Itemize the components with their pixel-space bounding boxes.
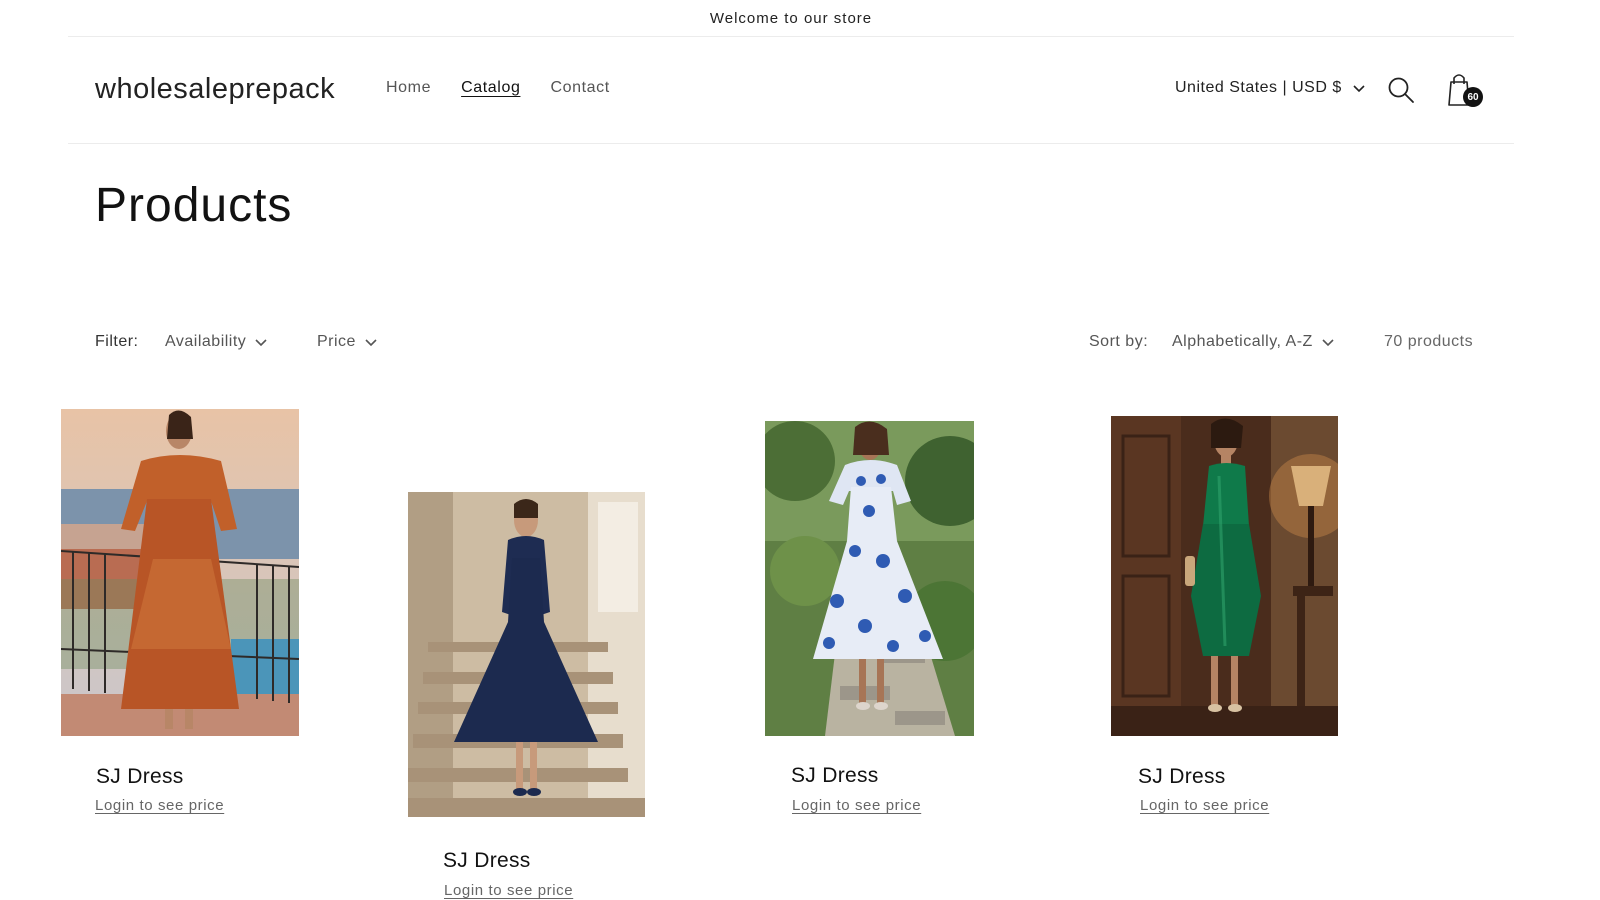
login-to-see-price-link[interactable]: Login to see price: [1140, 797, 1269, 814]
chevron-down-icon: [365, 339, 377, 347]
product-photo: [1111, 416, 1338, 736]
chevron-down-icon: [1322, 339, 1334, 347]
login-to-see-price-link[interactable]: Login to see price: [792, 797, 921, 814]
country-currency-label: United States | USD $: [1175, 79, 1342, 96]
product-photo: [61, 409, 299, 736]
main-nav: Home Catalog Contact: [386, 79, 640, 99]
search-icon: [1388, 77, 1414, 103]
cart-count-badge: 60: [1463, 87, 1483, 107]
nav-contact-link[interactable]: Contact: [550, 79, 609, 99]
product-count: 70 products: [1384, 333, 1474, 350]
price-filter[interactable]: Price: [317, 333, 378, 351]
announcement-text: Welcome to our store: [709, 9, 873, 27]
cart-button[interactable]: 60: [1443, 70, 1483, 110]
product-image[interactable]: [765, 421, 974, 736]
store-logo[interactable]: wholesaleprepack: [95, 73, 335, 106]
product-title[interactable]: SJ Dress: [443, 849, 531, 873]
chevron-down-icon: [1353, 85, 1365, 93]
login-to-see-price-link[interactable]: Login to see price: [95, 797, 224, 814]
product-photo: [765, 421, 974, 736]
country-currency-selector[interactable]: United States | USD $: [1175, 79, 1366, 97]
price-filter-label: Price: [317, 333, 356, 350]
product-title[interactable]: SJ Dress: [1138, 765, 1226, 789]
search-button[interactable]: [1386, 75, 1416, 105]
product-image[interactable]: [61, 409, 299, 736]
site-header: wholesaleprepack Home Catalog Contact Un…: [68, 37, 1514, 144]
product-title[interactable]: SJ Dress: [96, 765, 184, 789]
availability-filter-label: Availability: [165, 333, 247, 350]
sort-select-value: Alphabetically, A-Z: [1172, 333, 1313, 350]
product-image[interactable]: [1111, 416, 1338, 736]
nav-home-link[interactable]: Home: [386, 79, 431, 99]
product-title[interactable]: SJ Dress: [791, 764, 879, 788]
nav-catalog-link[interactable]: Catalog: [461, 79, 520, 99]
filter-label: Filter:: [95, 333, 139, 350]
filter-bar: Filter: Availability Price Sort by: Alph…: [95, 333, 1485, 357]
product-photo: [408, 492, 645, 817]
sort-label: Sort by:: [1089, 333, 1149, 350]
announcement-bar: Welcome to our store: [68, 0, 1514, 37]
chevron-down-icon: [255, 339, 267, 347]
product-image[interactable]: [408, 492, 645, 817]
page-title: Products: [95, 179, 293, 232]
login-to-see-price-link[interactable]: Login to see price: [444, 882, 573, 899]
availability-filter[interactable]: Availability: [165, 333, 268, 351]
sort-select[interactable]: Alphabetically, A-Z: [1172, 333, 1335, 351]
